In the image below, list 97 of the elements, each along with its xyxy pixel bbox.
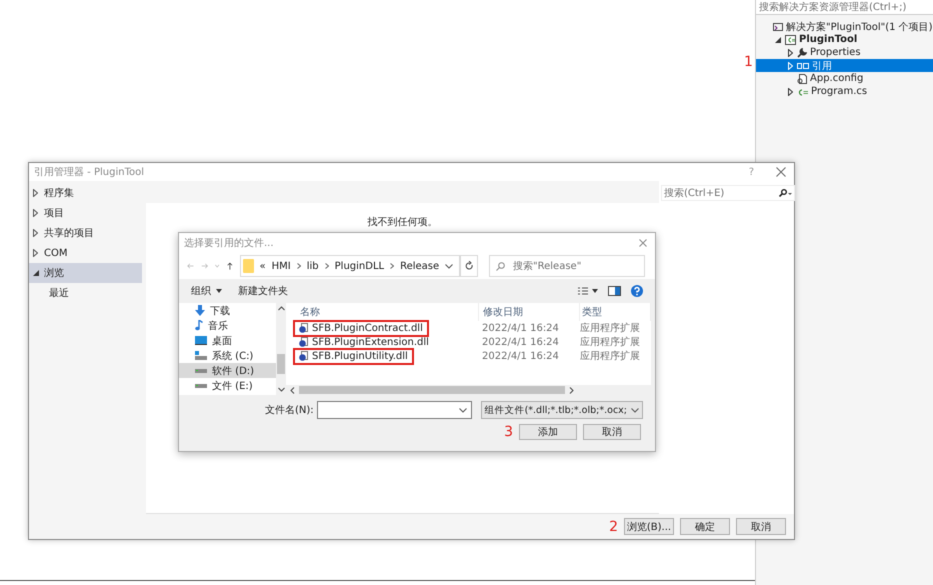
scroll-right-icon[interactable]: [569, 386, 574, 394]
column-header[interactable]: 名称: [286, 303, 479, 321]
tree-item[interactable]: PluginTool: [756, 33, 933, 46]
dll-file-icon: [299, 337, 308, 347]
file-name[interactable]: SFB.PluginUtility.dll: [293, 348, 414, 364]
nav-item[interactable]: 软件 (D:): [179, 363, 276, 378]
tree-item[interactable]: Program.cs: [756, 85, 933, 98]
drive-icon: [195, 383, 207, 388]
table-cell-text: 2022/4/1 16:24: [481, 350, 560, 362]
file-name[interactable]: SFB.PluginExtension.dll: [293, 334, 435, 350]
nav-item[interactable]: 音乐: [179, 318, 276, 333]
dialog-button[interactable]: 取消: [736, 518, 786, 535]
file-name[interactable]: SFB.PluginContract.dll: [293, 320, 429, 336]
table-cell-text: 2022/4/1 16:24: [481, 322, 560, 334]
up-arrow-icon[interactable]: [226, 261, 232, 271]
refresh-button[interactable]: [460, 255, 478, 277]
search-input[interactable]: 搜索(Ctrl+E): [664, 188, 778, 198]
search-box[interactable]: 搜索"Release": [489, 255, 646, 277]
help-icon[interactable]: [631, 285, 643, 297]
music-note-icon: [195, 320, 203, 331]
wrench-icon: [797, 48, 807, 58]
scrollbar-thumb[interactable]: [277, 354, 285, 374]
empty-message: 找不到任何项。: [368, 216, 438, 229]
config-file-icon: [797, 74, 807, 84]
window-title: 选择要引用的文件...: [184, 236, 274, 250]
category-item[interactable]: COM: [29, 243, 142, 263]
table-cell-text: 应用程序扩展: [579, 336, 641, 349]
close-icon[interactable]: [776, 167, 786, 177]
solution-icon: [773, 22, 783, 32]
scroll-up-icon[interactable]: [278, 306, 284, 311]
nav-item[interactable]: 下载: [179, 303, 276, 318]
nav-item[interactable]: 文件 (E:): [179, 378, 276, 393]
chevron-icon: [296, 263, 301, 269]
folder-icon: [242, 259, 254, 273]
dialog-button[interactable]: 取消: [583, 424, 641, 440]
preview-pane-icon[interactable]: [608, 286, 621, 296]
tree-item[interactable]: 解决方案"PluginTool"(1 个项目): [756, 20, 933, 33]
step-number: 3: [504, 425, 513, 439]
expand-icon[interactable]: [788, 88, 792, 96]
refresh-icon: [464, 261, 474, 271]
project-icon: [785, 34, 796, 44]
drive-icon: [195, 368, 207, 373]
expand-icon: [33, 189, 38, 197]
address-bar[interactable]: « HMI lib PluginDLL Release: [240, 255, 460, 277]
down-arrow-icon: [195, 305, 205, 316]
search-icon: [496, 262, 506, 270]
drive-icon: [195, 351, 207, 360]
view-options-icon[interactable]: [578, 287, 598, 295]
dialog-button[interactable]: 添加: [519, 424, 577, 440]
category-item[interactable]: 项目: [29, 203, 142, 223]
caret-icon: [216, 289, 222, 293]
dropdown-chevron-icon[interactable]: [445, 264, 454, 268]
window-title: 引用管理器 - PluginTool: [34, 166, 145, 179]
table-cell-text: 2022/4/1 16:24: [481, 336, 560, 348]
table-cell-text: 应用程序扩展: [579, 322, 641, 335]
field-label: 文件名(N):: [265, 404, 314, 417]
new-folder-button[interactable]: 新建文件夹: [238, 284, 288, 298]
filename-field[interactable]: [316, 401, 472, 419]
expand-icon: [33, 249, 38, 257]
close-icon[interactable]: [639, 239, 647, 247]
step-number: 1: [744, 55, 753, 69]
references-icon: [797, 62, 809, 70]
search-input[interactable]: 搜索"Release": [513, 260, 638, 272]
category-item[interactable]: 共享的项目: [29, 223, 142, 243]
caret-icon: [458, 408, 467, 412]
category-item[interactable]: 程序集: [29, 183, 142, 203]
category-item[interactable]: 浏览: [29, 263, 142, 283]
step-number: 2: [609, 520, 618, 534]
table-cell-text: 应用程序扩展: [579, 350, 641, 363]
tree-item[interactable]: 引用: [756, 59, 933, 72]
column-header[interactable]: 类型: [580, 303, 651, 321]
scroll-left-icon[interactable]: [290, 386, 295, 394]
search-icon: [778, 189, 792, 197]
category-item[interactable]: 最近: [29, 283, 142, 303]
desktop-icon: [195, 336, 207, 345]
scroll-down-icon[interactable]: [278, 387, 284, 392]
search-box[interactable]: 搜索(Ctrl+E): [661, 185, 795, 201]
dialog-button[interactable]: 浏览(B)...: [624, 518, 674, 535]
dll-file-icon: [299, 323, 308, 333]
chevron-icon: [324, 263, 329, 269]
caret-icon: [631, 408, 639, 412]
expand-icon: [33, 209, 38, 217]
collapse-icon[interactable]: [775, 36, 781, 42]
chevron-icon: [390, 263, 394, 269]
scrollbar-thumb[interactable]: [299, 386, 565, 394]
file-type-dropdown[interactable]: 组件文件(*.dll;*.tlb;*.olb;*.ocx;: [480, 401, 643, 419]
dll-file-icon: [299, 351, 308, 361]
tree-item[interactable]: Properties: [756, 46, 933, 59]
nav-item[interactable]: 桌面: [179, 333, 276, 348]
column-header[interactable]: 修改日期: [479, 303, 580, 321]
organize-menu[interactable]: 组织: [191, 284, 222, 298]
tree-item[interactable]: App.config: [756, 72, 933, 85]
nav-item[interactable]: 系统 (C:): [179, 348, 276, 363]
csharp-file-icon: [797, 88, 808, 96]
expand-icon: [33, 229, 38, 237]
dialog-button[interactable]: 确定: [680, 518, 730, 535]
collapse-icon: [33, 270, 39, 276]
